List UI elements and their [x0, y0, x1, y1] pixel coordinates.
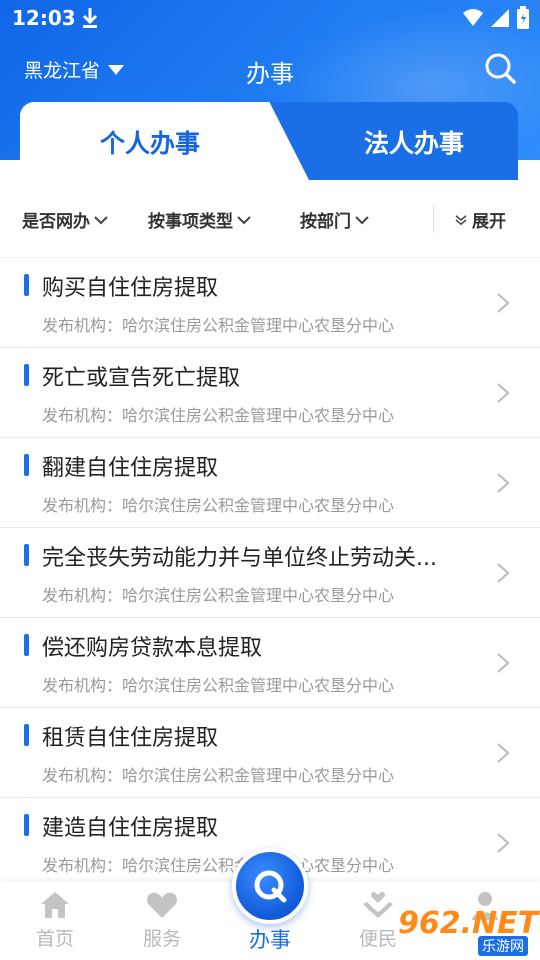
chevron-right-icon: [497, 653, 510, 673]
filter-online[interactable]: 是否网办: [22, 207, 108, 232]
item-marker: [24, 274, 29, 296]
item-publisher: 发布机构：哈尔滨住房公积金管理中心农垦分中心: [42, 406, 395, 425]
download-icon: [82, 8, 98, 28]
signal-icon: [491, 9, 509, 27]
item-marker: [24, 454, 29, 476]
list-item[interactable]: 偿还购房贷款本息提取 发布机构：哈尔滨住房公积金管理中心农垦分中心: [0, 618, 540, 708]
nav-service-label: 服务: [142, 928, 181, 950]
home-icon: [41, 892, 69, 918]
list-item[interactable]: 翻建自住住房提取 发布机构：哈尔滨住房公积金管理中心农垦分中心: [0, 438, 540, 528]
chevron-right-icon: [497, 563, 510, 583]
item-title: 购买自住住房提取: [42, 276, 219, 301]
item-publisher: 发布机构：哈尔滨住房公积金管理中心农垦分中心: [42, 586, 395, 605]
affairs-fab-button[interactable]: [232, 848, 308, 924]
item-marker: [24, 724, 29, 746]
nav-affairs-label[interactable]: 办事: [225, 924, 315, 954]
affairs-list: 购买自住住房提取 发布机构：哈尔滨住房公积金管理中心农垦分中心 死亡或宣告死亡提…: [0, 258, 540, 888]
filter-dept-label: 按部门: [300, 212, 351, 232]
item-marker: [24, 544, 29, 566]
chevron-right-icon: [497, 383, 510, 403]
list-item[interactable]: 完全丧失劳动能力并与单位终止劳动关... 发布机构：哈尔滨住房公积金管理中心农垦…: [0, 528, 540, 618]
item-publisher: 发布机构：哈尔滨住房公积金管理中心农垦分中心: [42, 856, 395, 875]
tab-personal-label: 个人办事: [99, 129, 200, 158]
affairs-logo-icon: [254, 870, 287, 903]
filter-type[interactable]: 按事项类型: [148, 207, 251, 232]
item-marker: [24, 814, 29, 836]
chevron-down-icon: [355, 215, 369, 224]
filter-expand[interactable]: 展开: [454, 207, 506, 232]
double-chevron-down-icon: [455, 214, 467, 225]
wifi-icon: [463, 9, 483, 26]
nav-convenience-label: 便民: [358, 928, 397, 950]
chevron-down-icon: [237, 215, 251, 224]
item-title: 完全丧失劳动能力并与单位终止劳动关...: [42, 546, 437, 571]
item-marker: [24, 364, 29, 386]
filter-expand-label: 展开: [472, 212, 506, 232]
tab-legal-person-label: 法人办事: [363, 129, 464, 158]
filter-type-label: 按事项类型: [148, 212, 233, 232]
page-title: 办事: [246, 60, 294, 88]
item-publisher: 发布机构：哈尔滨住房公积金管理中心农垦分中心: [42, 676, 395, 695]
filter-dept[interactable]: 按部门: [300, 207, 369, 232]
filter-bar: 是否网办 按事项类型 按部门 展开: [0, 180, 540, 258]
chevron-down-icon: [94, 215, 108, 224]
list-item[interactable]: 购买自住住房提取 发布机构：哈尔滨住房公积金管理中心农垦分中心: [0, 258, 540, 348]
item-title: 翻建自住住房提取: [42, 456, 219, 481]
search-icon[interactable]: [482, 50, 518, 86]
nav-service[interactable]: 服务: [117, 890, 207, 951]
list-item[interactable]: 死亡或宣告死亡提取 发布机构：哈尔滨住房公积金管理中心农垦分中心: [0, 348, 540, 438]
battery-icon: [517, 6, 529, 29]
status-time: 12:03: [12, 6, 76, 30]
watermark: 962.NET 乐游网: [398, 906, 538, 958]
chevron-right-icon: [497, 833, 510, 853]
tab-bar: 个人办事 法人办事: [20, 102, 518, 182]
item-title: 偿还购房贷款本息提取: [42, 636, 263, 661]
status-bar: 12:03: [0, 0, 540, 36]
item-title: 建造自住住房提取: [42, 816, 219, 841]
watermark-sub: 乐游网: [478, 936, 528, 956]
list-item[interactable]: 租赁自住住房提取 发布机构：哈尔滨住房公积金管理中心农垦分中心: [0, 708, 540, 798]
filter-online-label: 是否网办: [22, 212, 90, 232]
item-title: 租赁自住住房提取: [42, 726, 219, 751]
chevron-right-icon: [497, 293, 510, 313]
item-marker: [24, 634, 29, 656]
item-publisher: 发布机构：哈尔滨住房公积金管理中心农垦分中心: [42, 496, 395, 515]
item-publisher: 发布机构：哈尔滨住房公积金管理中心农垦分中心: [42, 766, 395, 785]
hands-heart-icon: [363, 891, 393, 918]
heart-icon: [146, 892, 178, 918]
chevron-right-icon: [497, 743, 510, 763]
filter-divider: [433, 205, 434, 233]
item-publisher: 发布机构：哈尔滨住房公积金管理中心农垦分中心: [42, 316, 395, 335]
chevron-right-icon: [497, 473, 510, 493]
item-title: 死亡或宣告死亡提取: [42, 366, 241, 391]
nav-home[interactable]: 首页: [10, 890, 100, 951]
nav-home-label: 首页: [35, 928, 74, 950]
